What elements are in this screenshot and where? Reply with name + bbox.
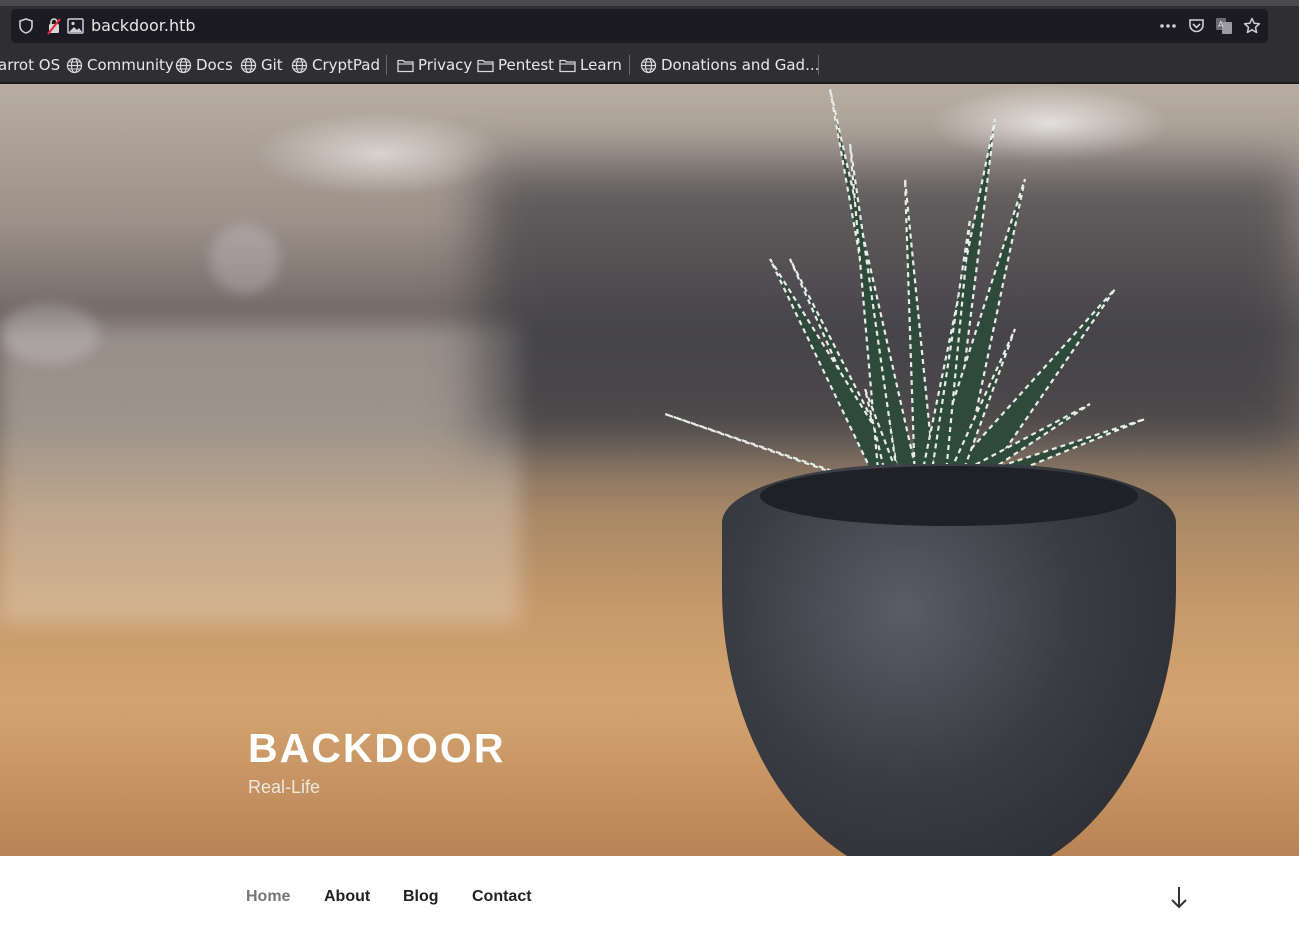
- svg-text:A: A: [1218, 20, 1224, 29]
- arrow-down-icon[interactable]: [1168, 885, 1190, 911]
- hero-header-image: BACKDOOR Real-Life: [0, 84, 1299, 856]
- folder-icon: [477, 59, 494, 72]
- bookmark-git[interactable]: Git: [240, 54, 283, 76]
- bookmark-label: Community: [87, 56, 174, 74]
- globe-icon: [66, 57, 83, 73]
- url-bar[interactable]: backdoor.htb A: [11, 9, 1268, 43]
- url-text[interactable]: backdoor.htb: [91, 15, 196, 37]
- browser-chrome: backdoor.htb A arrot OS Community Docs G…: [0, 0, 1299, 84]
- bookmark-cryptpad[interactable]: CryptPad: [291, 54, 380, 76]
- bookmark-parrot-os[interactable]: arrot OS: [0, 54, 60, 76]
- site-tagline: Real-Life: [248, 777, 321, 797]
- bookmark-community[interactable]: Community: [66, 54, 174, 76]
- bookmark-star-icon[interactable]: [1243, 17, 1261, 35]
- site-title[interactable]: BACKDOOR: [248, 724, 505, 772]
- nav-item-about[interactable]: About: [324, 887, 370, 907]
- plant-pot-rim: [760, 466, 1138, 526]
- globe-icon: [175, 57, 192, 73]
- bookmark-label: Docs: [196, 56, 233, 74]
- nav-item-contact[interactable]: Contact: [472, 887, 532, 907]
- bookmark-docs[interactable]: Docs: [175, 54, 233, 76]
- nav-item-home[interactable]: Home: [246, 887, 290, 907]
- nav-item-blog[interactable]: Blog: [403, 887, 439, 907]
- globe-icon: [291, 57, 308, 73]
- folder-icon: [559, 59, 576, 72]
- bookmark-donations[interactable]: Donations and Gad...: [640, 54, 819, 76]
- bookmark-label: Privacy: [418, 56, 473, 74]
- translate-icon[interactable]: A: [1215, 17, 1233, 35]
- folder-icon: [397, 59, 414, 72]
- bookmark-folder-learn[interactable]: Learn: [559, 54, 622, 76]
- image-icon: [66, 17, 84, 35]
- globe-icon: [240, 57, 257, 73]
- bookmark-label: Donations and Gad...: [661, 56, 820, 74]
- bookmark-separator: [386, 55, 387, 75]
- window-top-edge: [0, 0, 1299, 6]
- bookmark-label: arrot OS: [0, 56, 61, 74]
- pocket-icon[interactable]: [1187, 17, 1205, 35]
- main-navigation: Home About Blog Contact: [0, 856, 1299, 934]
- bookmarks-bar: arrot OS Community Docs Git CryptPad Pri…: [0, 50, 1299, 80]
- globe-icon: [640, 57, 657, 73]
- bookmark-label: Pentest: [498, 56, 555, 74]
- more-icon[interactable]: [1159, 17, 1177, 35]
- insecure-lock-icon[interactable]: [45, 17, 63, 35]
- bookmark-separator: [629, 55, 630, 75]
- bookmark-separator: [818, 55, 819, 75]
- bookmark-label: Learn: [580, 56, 622, 74]
- shield-icon[interactable]: [17, 17, 35, 35]
- bookmark-folder-pentest[interactable]: Pentest: [477, 54, 554, 76]
- bookmark-label: Git: [261, 56, 283, 74]
- bookmark-label: CryptPad: [312, 56, 381, 74]
- bookmark-folder-privacy[interactable]: Privacy: [397, 54, 472, 76]
